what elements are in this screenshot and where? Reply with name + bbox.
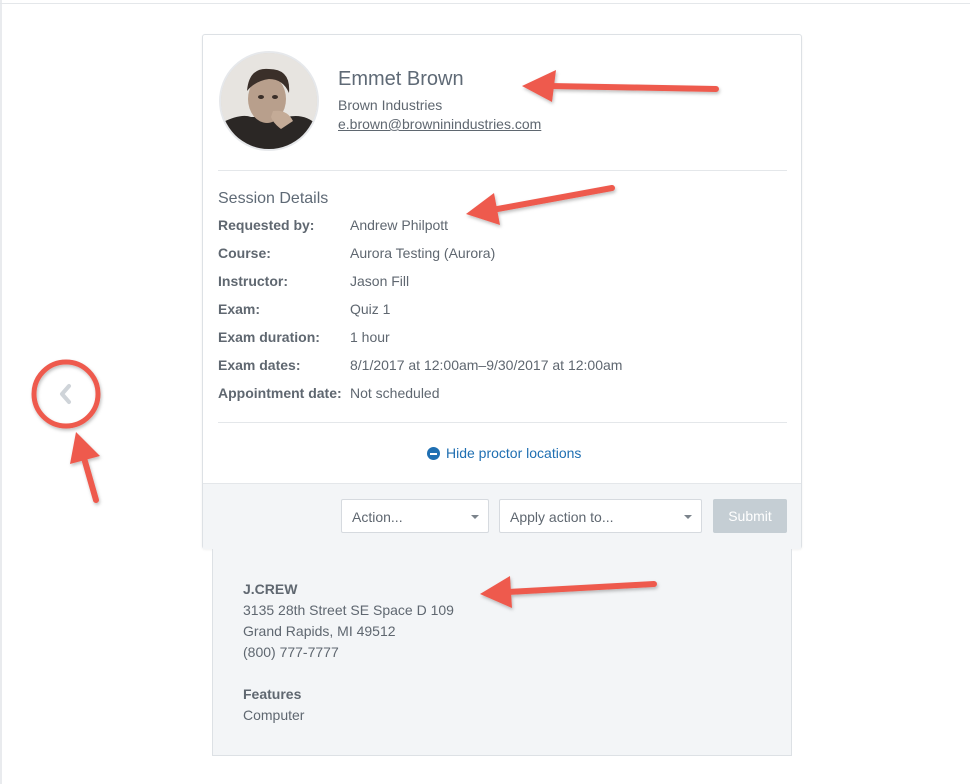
submit-button[interactable]: Submit: [713, 499, 787, 533]
detail-value: 8/1/2017 at 12:00am–9/30/2017 at 12:00am: [350, 357, 623, 373]
detail-value: Aurora Testing (Aurora): [350, 245, 496, 261]
detail-label: Appointment date:: [218, 385, 342, 401]
detail-value: Jason Fill: [350, 273, 410, 289]
action-select[interactable]: Action...: [341, 499, 489, 533]
caret-down-icon: [684, 515, 692, 519]
profile-name: Emmet Brown: [338, 68, 464, 90]
detail-row-appointment-date: Appointment date: Not scheduled: [218, 385, 787, 405]
detail-label: Exam:: [218, 301, 261, 317]
previous-button[interactable]: [34, 364, 98, 424]
divider: [218, 422, 787, 423]
apply-action-select[interactable]: Apply action to...: [499, 499, 702, 533]
location-phone: (800) 777-7777: [243, 644, 339, 660]
apply-action-select-value: Apply action to...: [510, 509, 614, 525]
avatar-photo: [221, 53, 317, 149]
detail-value: Not scheduled: [350, 385, 440, 401]
detail-row-exam: Exam: Quiz 1: [218, 301, 787, 321]
caret-down-icon: [471, 515, 479, 519]
profile-company: Brown Industries: [338, 97, 443, 113]
session-card: Emmet Brown Brown Industries e.brown@bro…: [202, 34, 802, 549]
chevron-left-icon: [60, 384, 71, 404]
left-edge-line: [0, 0, 2, 784]
detail-row-exam-dates: Exam dates: 8/1/2017 at 12:00am–9/30/201…: [218, 357, 787, 377]
location-name: J.CREW: [243, 581, 298, 597]
minus-circle-icon: [427, 446, 440, 460]
detail-label: Instructor:: [218, 273, 288, 289]
detail-value: Andrew Philpott: [350, 217, 449, 233]
profile-email-link[interactable]: e.brown@browninindustries.com: [338, 116, 541, 132]
action-select-value: Action...: [352, 509, 403, 525]
hide-proctor-locations-link[interactable]: Hide proctor locations: [427, 445, 581, 461]
features-value: Computer: [243, 707, 305, 723]
detail-label: Course:: [218, 245, 271, 261]
detail-value: Quiz 1: [350, 301, 391, 317]
proctor-location-panel: J.CREW 3135 28th Street SE Space D 109 G…: [212, 549, 792, 756]
detail-label: Exam dates:: [218, 357, 301, 373]
features-heading: Features: [243, 686, 302, 702]
detail-row-exam-duration: Exam duration: 1 hour: [218, 329, 787, 349]
detail-label: Requested by:: [218, 217, 315, 233]
toggle-label: Hide proctor locations: [446, 445, 582, 461]
action-bar: Action... Apply action to... Submit: [203, 483, 801, 549]
divider: [218, 170, 787, 171]
detail-value: 1 hour: [350, 329, 390, 345]
annotation-arrow-prev: [70, 432, 100, 503]
avatar: [219, 51, 319, 151]
top-edge-line: [0, 3, 970, 4]
detail-label: Exam duration:: [218, 329, 320, 345]
location-address-line1: 3135 28th Street SE Space D 109: [243, 602, 454, 618]
section-title: Session Details: [218, 190, 329, 207]
detail-row-course: Course: Aurora Testing (Aurora): [218, 245, 787, 265]
detail-row-instructor: Instructor: Jason Fill: [218, 273, 787, 293]
location-address-line2: Grand Rapids, MI 49512: [243, 623, 396, 639]
detail-row-requested-by: Requested by: Andrew Philpott: [218, 217, 787, 237]
